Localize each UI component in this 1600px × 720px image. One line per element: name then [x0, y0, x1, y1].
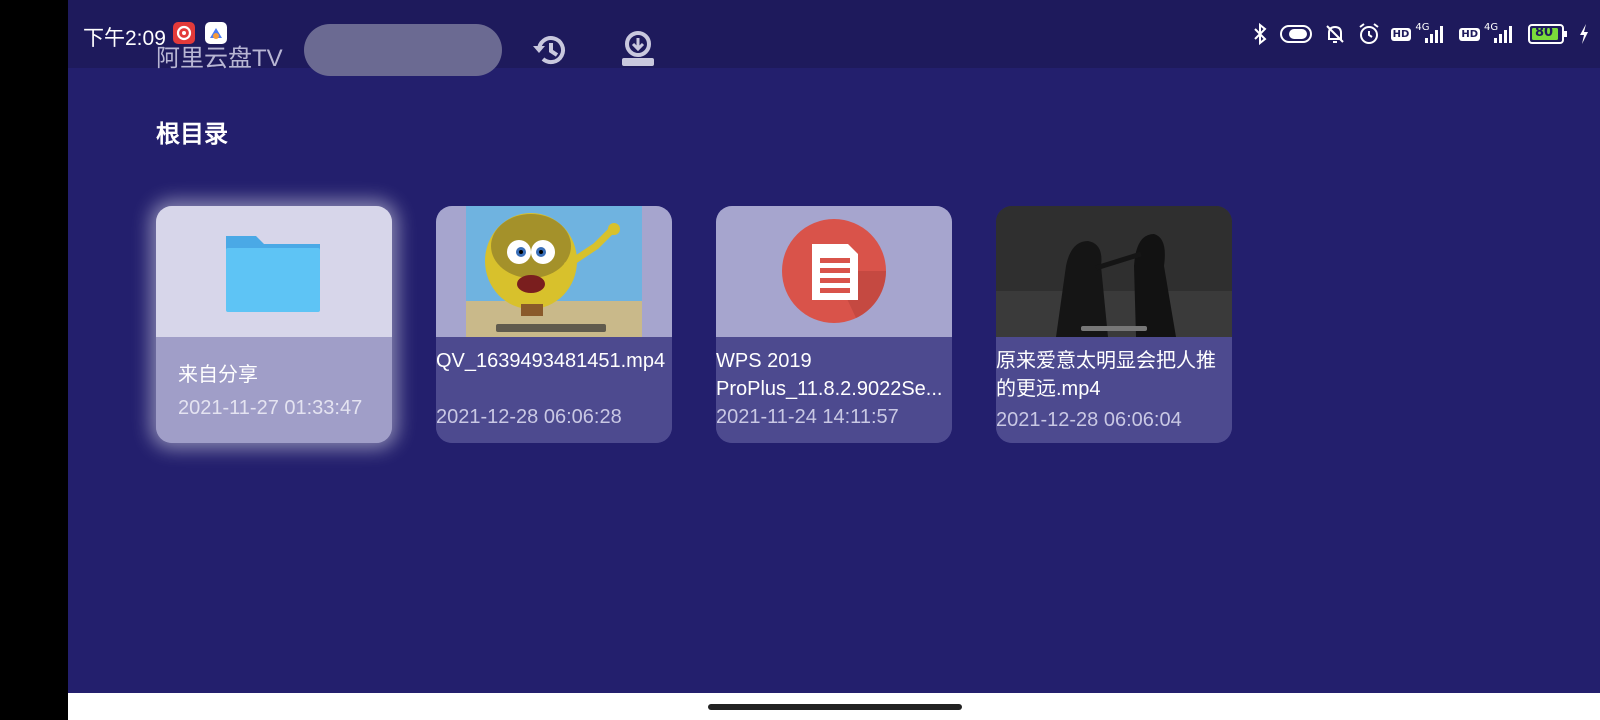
charging-icon: [1578, 23, 1590, 45]
folder-icon: [226, 236, 320, 312]
file-card-folder[interactable]: 来自分享 2021-11-27 01:33:47: [156, 206, 392, 443]
file-name: 来自分享: [178, 364, 258, 386]
home-handle[interactable]: [708, 704, 962, 710]
mute-bell-icon: [1323, 22, 1347, 46]
hd-badge-2: HD 4G: [1459, 22, 1518, 46]
battery-icon: 80: [1528, 23, 1568, 45]
download-icon[interactable]: [618, 30, 658, 70]
file-card-video[interactable]: QV_1639493481451.mp4 2021-12-28 06:06:28: [436, 206, 672, 443]
file-card-video[interactable]: 原来爱意太明显会把人推的更远.mp4 2021-12-28 06:06:04: [996, 206, 1232, 443]
hd-badge-1: HD 4G: [1390, 22, 1450, 46]
alarm-icon: [1357, 22, 1381, 46]
card-meta: WPS 2019 ProPlus_11.8.2.9022Se... 2021-1…: [716, 337, 952, 443]
cartoon-thumbnail-image: [466, 206, 642, 337]
file-name: QV_1639493481451.mp4: [436, 350, 666, 372]
app-screen: 下午2:09 HD 4G HD 4G 80 阿里云盘TV 根目录 来自分享 20…: [68, 0, 1600, 693]
video-thumbnail: [996, 206, 1232, 337]
left-bezel: [0, 0, 68, 720]
file-name: 原来爱意太明显会把人推的更远.mp4: [996, 350, 1216, 400]
file-date: 2021-11-24 14:11:57: [716, 406, 899, 428]
document-icon: [782, 219, 886, 323]
vibrate-toggle-icon: [1279, 23, 1313, 45]
card-meta: 原来爱意太明显会把人推的更远.mp4 2021-12-28 06:06:04: [996, 337, 1232, 443]
signal-1: 4G: [1415, 22, 1449, 46]
file-name: WPS 2019 ProPlus_11.8.2.9022Se...: [716, 350, 943, 400]
search-input[interactable]: [304, 24, 502, 76]
page-title: 根目录: [156, 120, 228, 148]
video-thumbnail: [436, 206, 672, 337]
card-meta: QV_1639493481451.mp4 2021-12-28 06:06:28: [436, 337, 672, 443]
folder-thumbnail: [156, 206, 392, 337]
document-thumbnail: [716, 206, 952, 337]
signal-2: 4G: [1484, 22, 1518, 46]
file-date: 2021-12-28 06:06:28: [436, 406, 622, 428]
file-date: 2021-11-27 01:33:47: [178, 397, 363, 419]
gesture-nav-bar: [68, 693, 1600, 720]
app-title: 阿里云盘TV: [156, 45, 283, 72]
dark-scene-thumbnail-image: [996, 206, 1232, 337]
history-icon[interactable]: [530, 30, 570, 70]
status-time: 下午2:09: [83, 27, 166, 50]
file-date: 2021-12-28 06:06:04: [996, 409, 1182, 431]
status-icons: HD 4G HD 4G 80: [1251, 20, 1590, 48]
file-card-document[interactable]: WPS 2019 ProPlus_11.8.2.9022Se... 2021-1…: [716, 206, 952, 443]
bluetooth-icon: [1251, 22, 1269, 46]
card-meta: 来自分享 2021-11-27 01:33:47: [156, 337, 392, 443]
